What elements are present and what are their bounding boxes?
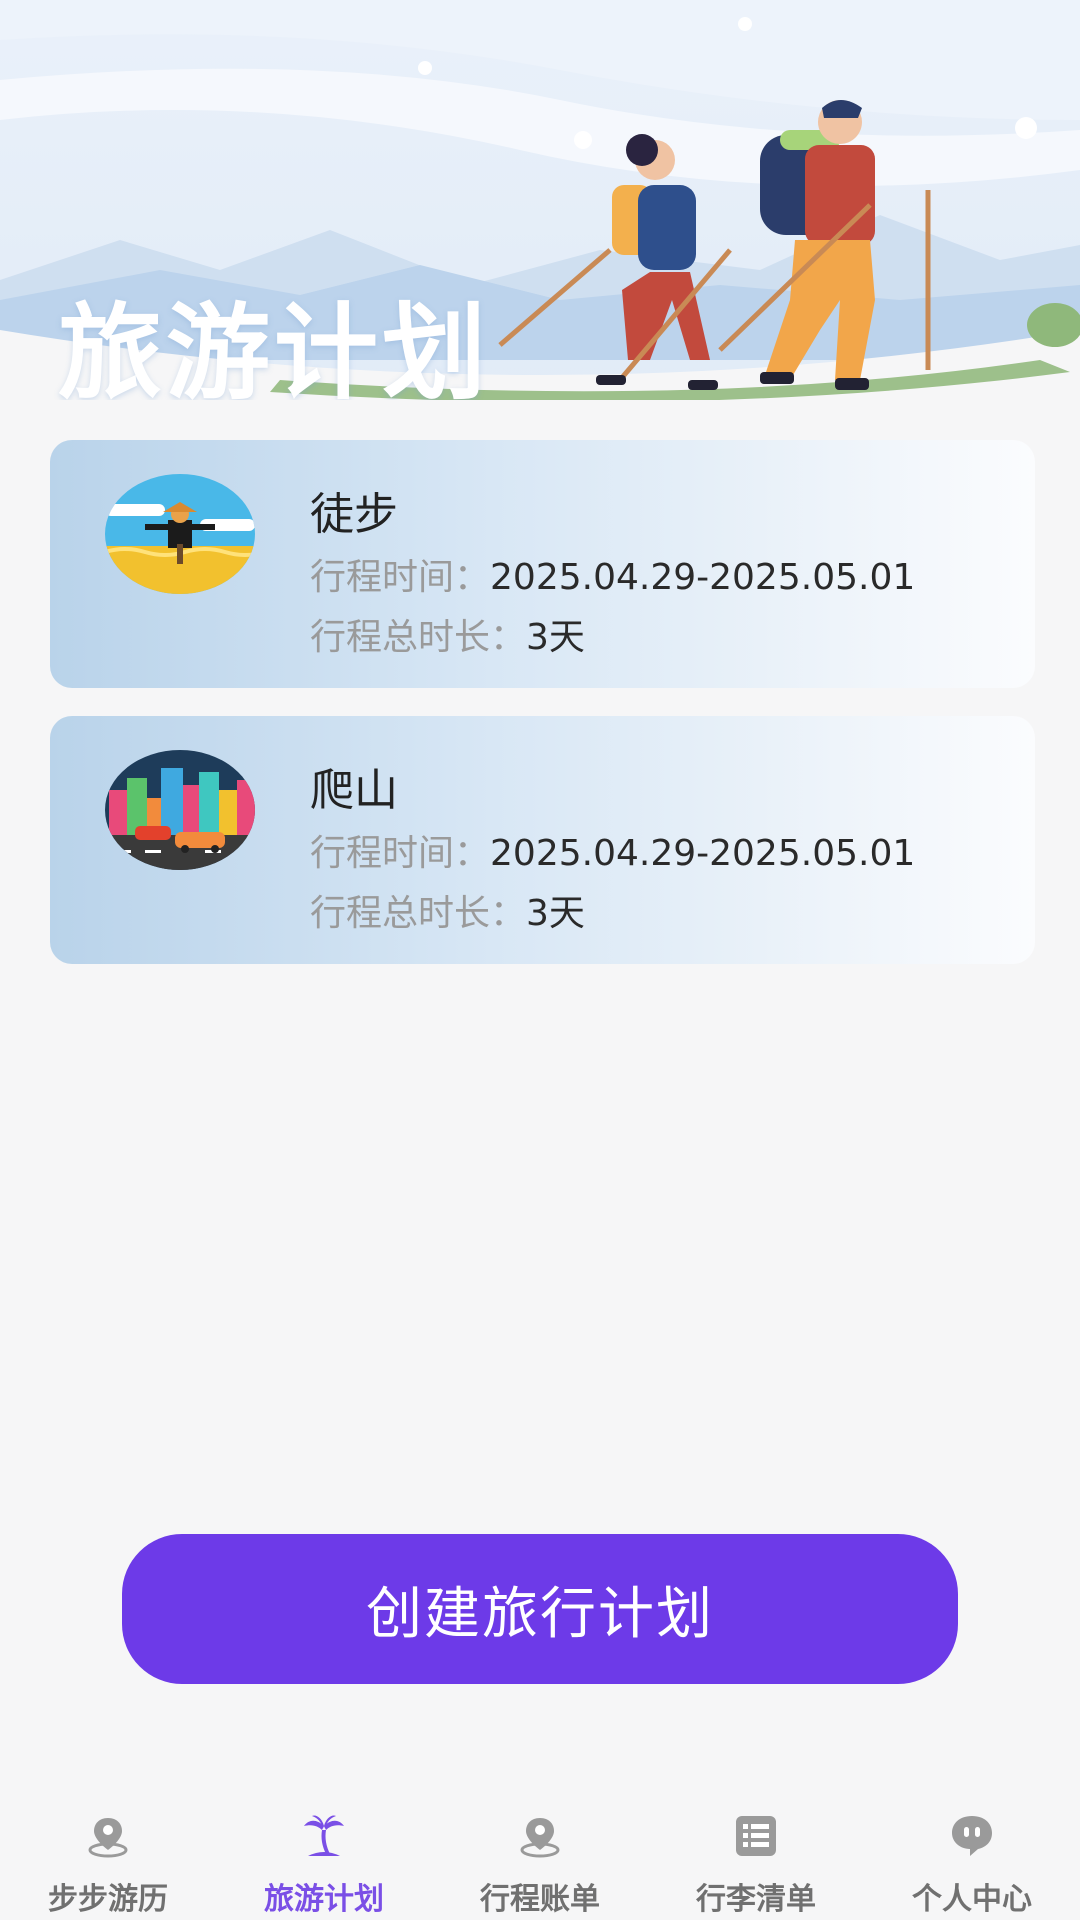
chat-face-icon: [952, 1816, 992, 1856]
plan-name: 爬山: [310, 765, 398, 816]
page-title: 旅游计划: [58, 292, 491, 400]
plan-name: 徒步: [310, 489, 398, 540]
plan-duration-row: 行程总时长：3天: [310, 884, 585, 936]
plan-time-row: 行程时间：2025.04.29-2025.05.01: [310, 824, 915, 876]
tab-luggage-list[interactable]: 行李清单: [648, 1790, 864, 1920]
scarecrow-field-icon: [105, 474, 255, 594]
tab-trip-bill[interactable]: 行程账单: [432, 1790, 648, 1920]
plan-duration-value: 3天: [526, 617, 585, 658]
plan-duration-label: 行程总时长：: [310, 893, 527, 934]
plan-thumbnail: [105, 474, 255, 594]
tab-label: 个人中心: [912, 1882, 1032, 1917]
list-icon: [736, 1816, 776, 1856]
tab-travel-plan[interactable]: 旅游计划: [216, 1790, 432, 1920]
plan-time-value: 2025.04.29-2025.05.01: [490, 557, 916, 598]
tab-label: 步步游历: [48, 1882, 168, 1917]
tab-journey[interactable]: 步步游历: [0, 1790, 216, 1920]
plan-card[interactable]: 爬山 行程时间：2025.04.29-2025.05.01 行程总时长：3天: [50, 716, 1035, 964]
create-travel-plan-button[interactable]: 创建旅行计划: [122, 1534, 958, 1684]
tab-label: 旅游计划: [264, 1882, 384, 1917]
plan-time-label: 行程时间：: [310, 833, 491, 874]
plan-duration-label: 行程总时长：: [310, 617, 527, 658]
plan-card[interactable]: 徒步 行程时间：2025.04.29-2025.05.01 行程总时长：3天: [50, 440, 1035, 688]
plan-duration-row: 行程总时长：3天: [310, 608, 585, 660]
hero-banner: 旅游计划: [0, 0, 1080, 400]
plan-thumbnail: [105, 750, 255, 870]
plan-time-row: 行程时间：2025.04.29-2025.05.01: [310, 548, 915, 600]
palm-tree-icon: [304, 1815, 344, 1856]
tab-profile[interactable]: 个人中心: [864, 1790, 1080, 1920]
plan-time-value: 2025.04.29-2025.05.01: [490, 833, 916, 874]
plan-duration-value: 3天: [526, 893, 585, 934]
city-street-icon: [105, 750, 255, 870]
location-pin-icon: [88, 1818, 128, 1858]
bottom-tab-bar: 步步游历 旅游计划 行程账单 行李清单 个人中心: [0, 1790, 1080, 1920]
plan-time-label: 行程时间：: [310, 557, 491, 598]
location-pin-icon: [520, 1818, 560, 1858]
tab-label: 行程账单: [480, 1882, 600, 1917]
tab-label: 行李清单: [696, 1882, 816, 1917]
